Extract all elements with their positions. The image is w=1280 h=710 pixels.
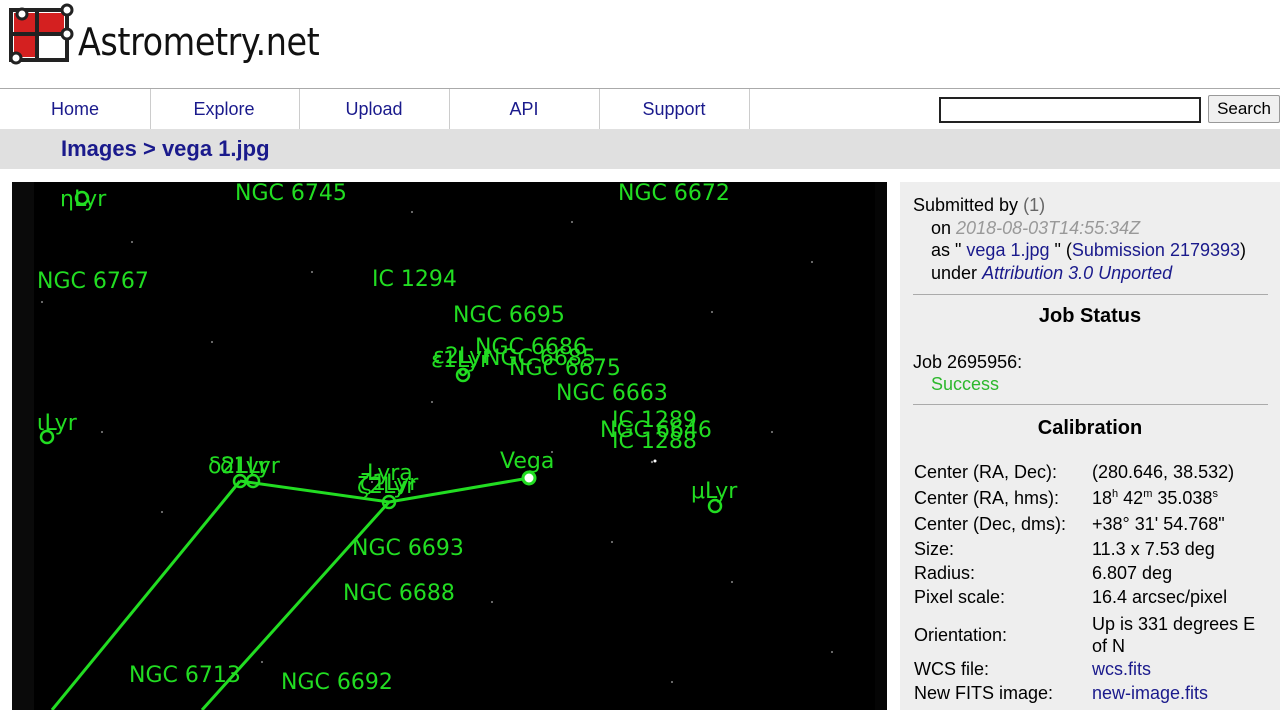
logo-text: Astrometry.net bbox=[78, 20, 320, 64]
logo-icon bbox=[9, 3, 74, 65]
sky-overlay: ηLyr NGC 6745 NGC 6672 NGC 6767 IC 1294 … bbox=[12, 182, 887, 710]
job-id: Job 2695956: bbox=[913, 352, 1023, 372]
nav-upload[interactable]: Upload bbox=[299, 89, 450, 129]
submission-date: 2018-08-03T14:55:34Z bbox=[956, 217, 1141, 238]
calib-row: Size: 11.3 x 7.53 deg bbox=[914, 539, 1272, 563]
label-eta-lyr: ηLyr bbox=[60, 187, 107, 212]
label-vega: Vega bbox=[500, 449, 554, 474]
label-mu-lyr: μLyr bbox=[691, 479, 738, 504]
submission-info: Submitted by (1) on 2018-08-03T14:55:34Z… bbox=[913, 194, 1246, 284]
search-input[interactable] bbox=[939, 97, 1201, 123]
label-delta1-lyr: δ1Lyr bbox=[220, 454, 281, 479]
calib-row: Center (Dec, dms): +38° 31' 54.768" bbox=[914, 514, 1272, 539]
job-status-title: Job Status bbox=[1038, 305, 1142, 327]
breadcrumb-current-link[interactable]: vega 1.jpg bbox=[162, 136, 270, 161]
orientation-value: Up is 331 degrees E of N bbox=[1092, 614, 1256, 656]
job-status-value: Success bbox=[931, 374, 1000, 394]
label-ngc6688: NGC 6688 bbox=[343, 581, 455, 606]
label-ic1288: IC 1288 bbox=[612, 429, 697, 454]
filename-link[interactable]: vega 1.jpg bbox=[966, 240, 1049, 260]
on-label: on bbox=[931, 217, 952, 238]
radius-label: Radius: bbox=[914, 563, 976, 583]
label-ngc6663: NGC 6663 bbox=[556, 381, 668, 406]
breadcrumb-images-link[interactable]: Images bbox=[61, 136, 137, 161]
center-dms-value: +38° 31' 54.768" bbox=[1092, 514, 1225, 534]
center-hms-label: Center (RA, hms): bbox=[914, 488, 1060, 508]
size-value: 11.3 x 7.53 deg bbox=[1092, 539, 1215, 559]
breadcrumb: Images > vega 1.jpg bbox=[61, 136, 270, 162]
under-label: under bbox=[931, 262, 978, 283]
calib-row: Center (RA, Dec): (280.646, 38.532) bbox=[914, 462, 1272, 488]
divider bbox=[913, 294, 1268, 295]
orientation-label: Orientation: bbox=[914, 624, 1008, 645]
nav-home[interactable]: Home bbox=[0, 89, 151, 129]
fits-label: New FITS image: bbox=[914, 683, 1054, 703]
label-ngc6692: NGC 6692 bbox=[281, 670, 393, 695]
breadcrumb-bar: Images > vega 1.jpg bbox=[0, 129, 1280, 169]
wcs-file-link[interactable]: wcs.fits bbox=[1092, 659, 1272, 683]
calibration-table: Center (RA, Dec): (280.646, 38.532) Cent… bbox=[914, 462, 1272, 707]
nav-explore[interactable]: Explore bbox=[149, 89, 300, 129]
calib-row: Pixel scale: 16.4 arcsec/pixel bbox=[914, 587, 1272, 611]
as-prefix: as " bbox=[931, 240, 962, 260]
label-ngc6767: NGC 6767 bbox=[37, 269, 149, 294]
submitted-by-label: Submitted by bbox=[913, 195, 1019, 215]
center-hms-value: 18h 42m 35.038s bbox=[1092, 488, 1218, 508]
sky-labels: ηLyr NGC 6745 NGC 6672 NGC 6767 IC 1294 … bbox=[37, 182, 738, 695]
nav-support[interactable]: Support bbox=[599, 89, 750, 129]
wcs-label: WCS file: bbox=[914, 659, 990, 679]
label-zeta1-lyr: ζ1Lyr bbox=[360, 471, 419, 496]
label-ngc6695: NGC 6695 bbox=[453, 303, 565, 328]
site-logo[interactable]: Astrometry.net bbox=[8, 0, 328, 70]
label-ngc6672: NGC 6672 bbox=[618, 182, 730, 206]
label-ngc6745: NGC 6745 bbox=[235, 182, 347, 206]
close-paren: ) bbox=[1240, 240, 1247, 260]
pixel-scale-value: 16.4 arcsec/pixel bbox=[1092, 587, 1228, 607]
new-fits-link[interactable]: new-image.fits bbox=[1092, 683, 1272, 707]
pixel-scale-label: Pixel scale: bbox=[914, 587, 1006, 607]
search-button[interactable]: Search bbox=[1208, 95, 1280, 123]
main-nav: Home Explore Upload API Support Search bbox=[0, 88, 1280, 130]
calib-row: WCS file: wcs.fits bbox=[914, 659, 1272, 683]
calibration-title: Calibration bbox=[1037, 417, 1143, 439]
calib-row: Center (RA, hms): 18h 42m 35.038s bbox=[914, 488, 1272, 514]
breadcrumb-separator: > bbox=[142, 136, 156, 161]
radius-value: 6.807 deg bbox=[1092, 563, 1173, 583]
submitter-link[interactable]: (1) bbox=[1023, 195, 1045, 215]
as-suffix: " ( bbox=[1054, 240, 1072, 260]
label-ngc6675: NGC 6675 bbox=[509, 356, 621, 381]
annotated-sky-image[interactable]: ηLyr NGC 6745 NGC 6672 NGC 6767 IC 1294 … bbox=[12, 182, 887, 710]
nav-api[interactable]: API bbox=[449, 89, 600, 129]
label-iota-lyr: ιLyr bbox=[37, 411, 78, 436]
center-dms-label: Center (Dec, dms): bbox=[914, 514, 1067, 534]
calib-row: Radius: 6.807 deg bbox=[914, 563, 1272, 587]
center-radec-value: (280.646, 38.532) bbox=[1092, 462, 1235, 482]
divider bbox=[913, 404, 1268, 405]
submission-link[interactable]: Submission 2179393 bbox=[1072, 240, 1240, 260]
calib-row: Orientation: Up is 331 degrees E of N bbox=[914, 611, 1272, 659]
calib-row: New FITS image: new-image.fits bbox=[914, 683, 1272, 707]
label-ngc6713: NGC 6713 bbox=[129, 663, 241, 688]
size-label: Size: bbox=[914, 539, 955, 559]
label-ic1294: IC 1294 bbox=[372, 267, 457, 292]
center-radec-label: Center (RA, Dec): bbox=[914, 462, 1058, 482]
label-ngc6693: NGC 6693 bbox=[352, 536, 464, 561]
info-sidebar: Submitted by (1) on 2018-08-03T14:55:34Z… bbox=[900, 182, 1280, 710]
license-link[interactable]: Attribution 3.0 Unported bbox=[982, 263, 1172, 283]
